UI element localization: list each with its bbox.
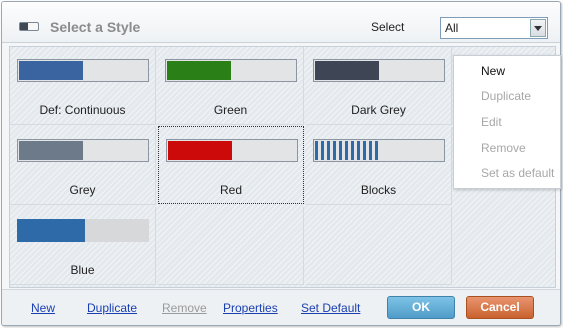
style-item-blue[interactable]: Blue	[10, 207, 156, 285]
style-preview	[166, 139, 298, 162]
preview-bar	[17, 219, 85, 242]
style-filter-dropdown[interactable]: All	[440, 17, 548, 39]
style-label: Grey	[69, 183, 96, 197]
menu-item-remove: Remove	[481, 141, 526, 155]
style-label: Dark Grey	[351, 103, 406, 117]
preview-bar	[315, 141, 381, 160]
chevron-down-icon[interactable]	[530, 19, 546, 37]
dialog-title: Select a Style	[50, 19, 141, 35]
footer-remove-link: Remove	[162, 301, 207, 315]
dialog-footer: New Duplicate Remove Properties Set Defa…	[2, 289, 560, 325]
style-item-blocks[interactable]: Blocks	[306, 127, 452, 205]
footer-set-default-link[interactable]: Set Default	[301, 301, 360, 315]
style-item-def-continuous[interactable]: Def: Continuous	[10, 47, 156, 125]
menu-item-set-as-default: Set as default	[481, 166, 555, 180]
style-preview	[17, 139, 149, 162]
preview-bar	[19, 61, 83, 80]
style-item-green[interactable]: Green	[158, 47, 304, 125]
progress-style-icon	[19, 22, 39, 31]
style-label: Blocks	[360, 183, 397, 197]
menu-item-duplicate: Duplicate	[481, 89, 532, 103]
footer-new-link[interactable]: New	[31, 301, 55, 315]
footer-properties-link[interactable]: Properties	[223, 301, 278, 315]
preview-bar	[19, 141, 83, 160]
style-preview	[17, 59, 149, 82]
menu-item-new[interactable]: New	[481, 64, 505, 78]
menu-item-edit: Edit	[481, 115, 502, 129]
preview-bar	[168, 141, 232, 160]
dialog-header: Select a Style Select All	[2, 2, 560, 43]
style-label: Def: Continuous	[39, 103, 126, 117]
preview-bar	[315, 61, 379, 80]
empty-cell	[306, 207, 452, 285]
context-menu: New Duplicate Edit Remove Set as default	[453, 55, 561, 189]
style-label: Blue	[70, 263, 95, 277]
empty-cell	[158, 207, 304, 285]
style-item-red[interactable]: Red	[158, 126, 304, 204]
style-item-dark-grey[interactable]: Dark Grey	[306, 47, 452, 125]
style-filter-value: All	[445, 21, 459, 35]
cancel-button[interactable]: Cancel	[466, 296, 534, 319]
style-label: Green	[213, 103, 248, 117]
select-label: Select	[371, 20, 405, 34]
style-preview	[17, 219, 149, 242]
style-preview	[165, 59, 297, 82]
preview-bar	[167, 61, 231, 80]
footer-duplicate-link[interactable]: Duplicate	[87, 301, 137, 315]
style-preview	[313, 59, 445, 82]
style-label: Red	[219, 183, 242, 197]
ok-button[interactable]: OK	[387, 296, 455, 319]
style-item-grey[interactable]: Grey	[10, 127, 156, 205]
style-preview	[313, 139, 445, 162]
